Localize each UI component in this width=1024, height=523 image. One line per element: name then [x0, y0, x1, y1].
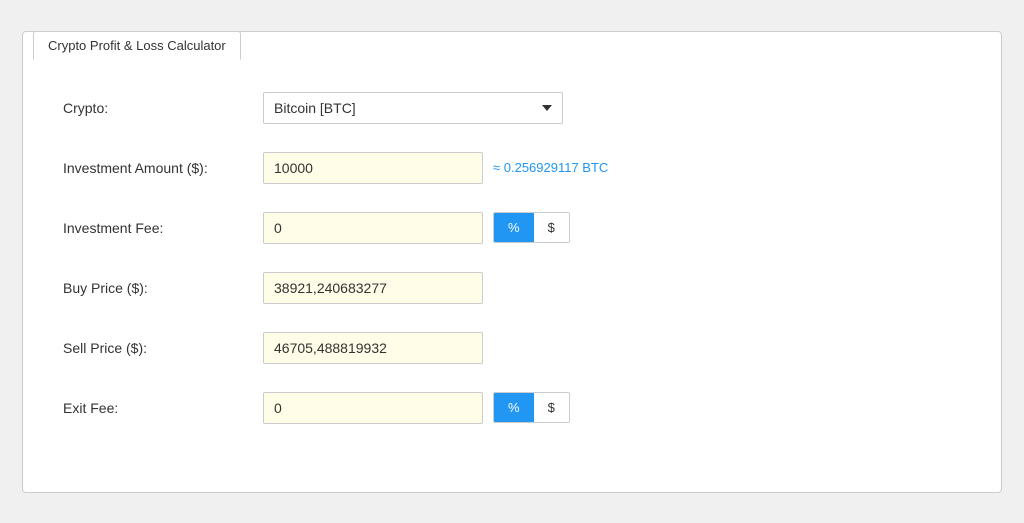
investment-amount-row: Investment Amount ($): ≈ 0.256929117 BTC [63, 152, 961, 184]
sell-price-label: Sell Price ($): [63, 340, 263, 356]
investment-fee-control: % $ [263, 212, 570, 244]
btc-equiv-text: ≈ 0.256929117 BTC [493, 160, 608, 175]
investment-fee-toggle: % $ [493, 212, 570, 243]
investment-fee-pct-button[interactable]: % [494, 213, 534, 242]
buy-price-input[interactable] [263, 272, 483, 304]
tab-label: Crypto Profit & Loss Calculator [33, 31, 241, 60]
sell-price-input[interactable] [263, 332, 483, 364]
investment-amount-input[interactable] [263, 152, 483, 184]
exit-fee-toggle: % $ [493, 392, 570, 423]
sell-price-row: Sell Price ($): [63, 332, 961, 364]
crypto-control: Bitcoin [BTC] Ethereum [ETH] Litecoin [L… [263, 92, 563, 124]
exit-fee-label: Exit Fee: [63, 400, 263, 416]
exit-fee-pct-button[interactable]: % [494, 393, 534, 422]
investment-amount-label: Investment Amount ($): [63, 160, 263, 176]
exit-fee-control: % $ [263, 392, 570, 424]
exit-fee-dollar-button[interactable]: $ [534, 393, 569, 422]
exit-fee-row: Exit Fee: % $ [63, 392, 961, 424]
buy-price-label: Buy Price ($): [63, 280, 263, 296]
buy-price-row: Buy Price ($): [63, 272, 961, 304]
exit-fee-input[interactable] [263, 392, 483, 424]
investment-fee-row: Investment Fee: % $ [63, 212, 961, 244]
crypto-row: Crypto: Bitcoin [BTC] Ethereum [ETH] Lit… [63, 92, 961, 124]
crypto-label: Crypto: [63, 100, 263, 116]
investment-amount-control: ≈ 0.256929117 BTC [263, 152, 608, 184]
investment-fee-label: Investment Fee: [63, 220, 263, 236]
calculator-container: Crypto Profit & Loss Calculator Crypto: … [22, 31, 1002, 493]
investment-fee-input[interactable] [263, 212, 483, 244]
investment-fee-dollar-button[interactable]: $ [534, 213, 569, 242]
crypto-select[interactable]: Bitcoin [BTC] Ethereum [ETH] Litecoin [L… [263, 92, 563, 124]
sell-price-control [263, 332, 483, 364]
buy-price-control [263, 272, 483, 304]
